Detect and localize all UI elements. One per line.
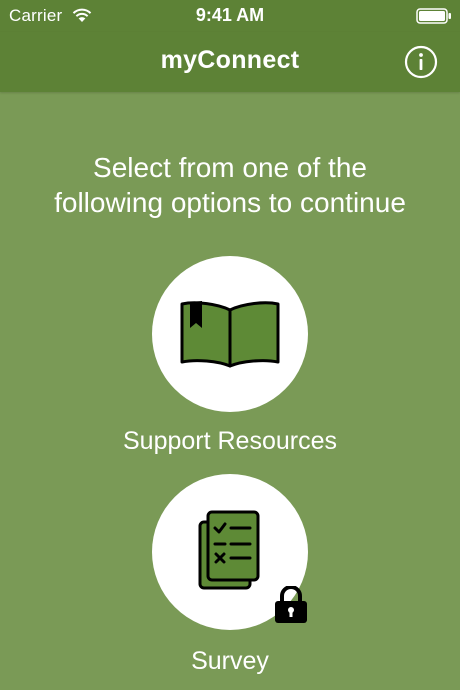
lock-icon [275, 586, 307, 623]
info-icon[interactable] [404, 45, 438, 79]
status-time: 9:41 AM [195, 5, 265, 25]
support-resources-label[interactable]: Support Resources [0, 427, 460, 456]
battery-icon [416, 8, 451, 24]
app-title: myConnect [160, 46, 300, 74]
instructions-text: Select from one of the following options… [54, 152, 406, 218]
nav-bar: myConnect [0, 32, 460, 92]
status-bar: Carrier 9:41 AM [0, 0, 460, 32]
checklist-icon [198, 510, 260, 590]
book-icon [180, 301, 280, 368]
survey-label[interactable]: Survey [0, 647, 460, 676]
support-resources-button[interactable] [152, 256, 308, 412]
